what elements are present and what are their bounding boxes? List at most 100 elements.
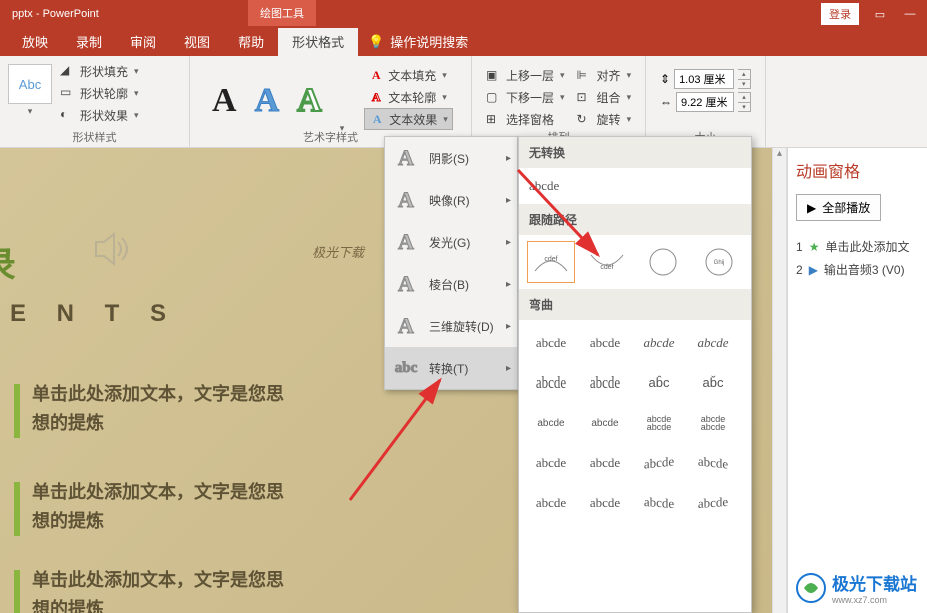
fill-icon: ◢ <box>60 63 76 79</box>
login-button[interactable]: 登录 <box>821 3 859 25</box>
warp-option[interactable]: ab̂c <box>633 364 685 402</box>
warp-option[interactable]: abcde <box>687 441 739 484</box>
tell-me-label: 操作说明搜索 <box>390 32 468 51</box>
bevel-icon: A <box>393 271 419 297</box>
slide-subtitle[interactable]: E N T S <box>10 300 178 328</box>
bullet-text: 单击此处添加文本，文字是您思想的提炼 <box>32 566 292 613</box>
rotate-button[interactable]: ↻旋转▾ <box>577 108 632 130</box>
send-backward-button[interactable]: ▢下移一层▾ <box>486 86 565 108</box>
bulb-icon: 💡 <box>368 34 384 50</box>
effect-glow[interactable]: A发光(G)▸ <box>385 221 517 263</box>
height-spinner[interactable]: ▴▾ <box>738 69 751 89</box>
width-spinner[interactable]: ▴▾ <box>738 92 751 112</box>
warp-option[interactable]: abcde <box>525 444 577 482</box>
no-transform-option[interactable]: abcde <box>519 168 751 204</box>
anim-item-1[interactable]: 1 ★ 单击此处添加文 <box>796 235 919 258</box>
svg-text:ab̌c: ab̌c <box>703 375 724 390</box>
tab-record[interactable]: 录制 <box>62 27 116 56</box>
tab-view[interactable]: 视图 <box>170 27 224 56</box>
bullet-item-1[interactable]: 单击此处添加文本，文字是您思想的提炼 <box>14 380 292 438</box>
scroll-up-icon[interactable]: ▴ <box>773 148 786 164</box>
path-arch-up[interactable]: cdef <box>527 241 575 283</box>
text-effects-icon: A <box>369 112 385 126</box>
warp-option[interactable]: abcdeabcde <box>633 404 685 442</box>
minimize-icon[interactable]: — <box>901 5 919 23</box>
follow-path-header: 跟随路径 <box>519 204 751 235</box>
warp-option[interactable]: ab̌c <box>687 364 739 402</box>
warp-option[interactable]: abcde <box>525 404 577 442</box>
bullet-item-2[interactable]: 单击此处添加文本，文字是您思想的提炼 <box>14 478 292 536</box>
effect-shadow[interactable]: A阴影(S)▸ <box>385 137 517 179</box>
warp-option[interactable]: abcde <box>525 358 577 407</box>
warp-option[interactable]: abcdeabcde <box>687 404 739 442</box>
height-input-row: ⇕ 1.03 厘米 ▴▾ <box>660 69 751 89</box>
warp-option[interactable]: abcde <box>579 324 631 362</box>
effect-bevel[interactable]: A棱台(B)▸ <box>385 263 517 305</box>
watermark-logo-icon <box>796 573 826 603</box>
text-effects-button[interactable]: A文本效果▾ <box>364 108 453 130</box>
glow-icon: A <box>393 229 419 255</box>
bullet-bar <box>14 482 20 536</box>
effect-transform[interactable]: abc转换(T)▸ <box>385 347 517 389</box>
warp-option[interactable]: abcde <box>579 444 631 482</box>
bring-forward-button[interactable]: ▣上移一层▾ <box>486 64 565 86</box>
bullet-bar <box>14 570 20 613</box>
effect-reflection[interactable]: A映像(R)▸ <box>385 179 517 221</box>
warp-option[interactable]: abcde <box>525 324 577 362</box>
warp-option[interactable]: abcde <box>687 324 739 362</box>
tab-review[interactable]: 审阅 <box>116 27 170 56</box>
slide-title[interactable]: 录 <box>0 236 18 288</box>
wordart-style-2[interactable]: A <box>255 82 280 120</box>
anim-item-2[interactable]: 2 ▶ 输出音频3 (V0) <box>796 258 919 281</box>
wordart-gallery[interactable]: A A A ▾ <box>198 60 358 134</box>
send-backward-icon: ▢ <box>486 90 502 104</box>
title-bar: pptx - PowerPoint 绘图工具 登录 ▭ — <box>0 0 927 28</box>
warp-option[interactable]: abcde <box>525 484 577 522</box>
wordart-style-1[interactable]: A <box>212 82 237 120</box>
selection-pane-button[interactable]: ⊞选择窗格 <box>486 108 565 130</box>
align-button[interactable]: ⊫对齐▾ <box>577 64 632 86</box>
path-circle[interactable] <box>639 241 687 283</box>
watermark-name: 极光下载站 <box>832 575 917 594</box>
bullet-item-3[interactable]: 单击此处添加文本，文字是您思想的提炼 <box>14 566 292 613</box>
text-fill-button[interactable]: A文本填充▾ <box>364 64 453 86</box>
svg-text:cdef: cdef <box>600 264 613 271</box>
warp-option[interactable]: abcde <box>579 404 631 442</box>
effect-3d-rotation[interactable]: A三维旋转(D)▸ <box>385 305 517 347</box>
shadow-icon: A <box>393 145 419 171</box>
path-button[interactable]: Ghij <box>695 241 743 283</box>
wordart-style-3[interactable]: A <box>297 82 322 120</box>
tab-help[interactable]: 帮助 <box>224 27 278 56</box>
shape-outline-button[interactable]: ▭形状轮廓▾ <box>60 82 139 104</box>
shape-fill-button[interactable]: ◢形状填充▾ <box>60 60 139 82</box>
group-button[interactable]: ⊡组合▾ <box>577 86 632 108</box>
warp-option[interactable]: abcde <box>633 441 685 484</box>
scroll-rail[interactable]: ▴ <box>772 148 787 613</box>
speaker-icon[interactable] <box>86 224 136 279</box>
ribbon-display-icon[interactable]: ▭ <box>871 5 889 23</box>
star-icon: ★ <box>809 240 820 254</box>
svg-text:cdef: cdef <box>544 256 557 263</box>
height-input[interactable]: 1.03 厘米 <box>674 69 734 89</box>
tab-slideshow[interactable]: 放映 <box>8 27 62 56</box>
animation-pane: 动画窗格 ▶ 全部播放 1 ★ 单击此处添加文 2 ▶ 输出音频3 (V0) <box>787 148 927 613</box>
text-outline-button[interactable]: A文本轮廓▾ <box>364 86 453 108</box>
group-icon: ⊡ <box>577 90 593 104</box>
tab-shape-format[interactable]: 形状格式 <box>278 27 358 56</box>
drawing-tools-tab[interactable]: 绘图工具 <box>248 0 316 26</box>
path-arch-down[interactable]: cdef <box>583 241 631 283</box>
warp-option[interactable]: abcde <box>633 324 685 362</box>
tell-me-search[interactable]: 💡 操作说明搜索 <box>368 32 468 56</box>
bullet-text: 单击此处添加文本，文字是您思想的提炼 <box>32 380 292 438</box>
reflection-icon: A <box>393 187 419 213</box>
warp-option[interactable]: abcde <box>687 482 739 524</box>
shape-style-preview[interactable]: Abc <box>8 64 52 104</box>
effects-icon: ◐ <box>60 107 76 123</box>
handwriting-text[interactable]: 极光下载 <box>312 242 364 261</box>
warp-option[interactable]: abcde <box>579 358 631 407</box>
warp-option[interactable]: abcde <box>579 484 631 522</box>
width-input[interactable]: 9.22 厘米 <box>676 92 734 112</box>
play-all-button[interactable]: ▶ 全部播放 <box>796 194 881 221</box>
warp-option[interactable]: abcde <box>633 482 685 524</box>
shape-effects-button[interactable]: ◐形状效果▾ <box>60 104 139 126</box>
